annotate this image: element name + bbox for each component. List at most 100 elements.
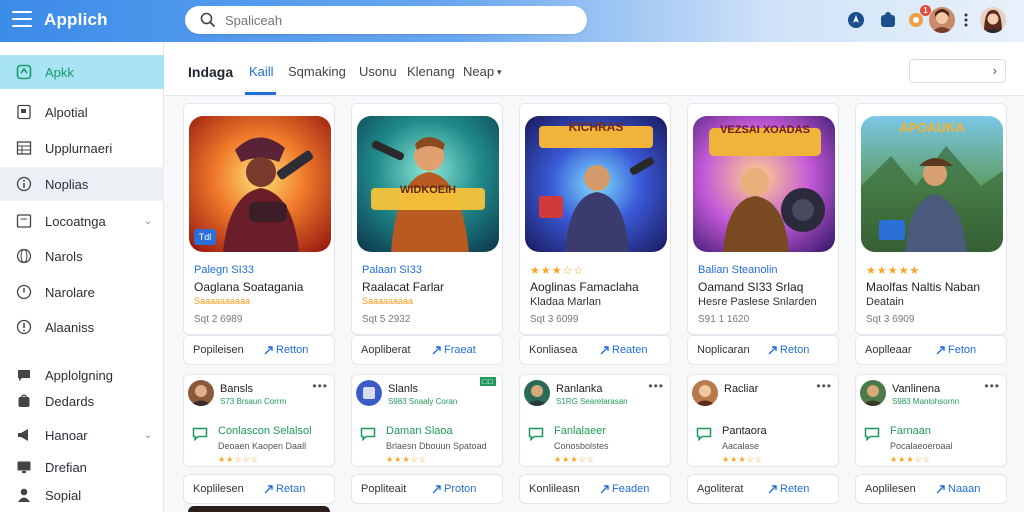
install-button[interactable]: Aoplleaar bbox=[865, 344, 911, 356]
clock-icon bbox=[16, 284, 32, 300]
tab-klenang[interactable]: Klenang bbox=[407, 64, 455, 79]
more-options-icon[interactable]: ••• bbox=[312, 379, 328, 393]
install-button[interactable]: Koplilesen bbox=[193, 483, 244, 495]
sidebar-item-narolare[interactable]: Narolare bbox=[0, 275, 164, 309]
share-button[interactable]: Feaden bbox=[612, 483, 649, 495]
rating-stars: ★★★☆☆ bbox=[386, 455, 427, 464]
share-icon bbox=[768, 346, 777, 355]
puzzle-icon[interactable] bbox=[877, 9, 899, 31]
review-card[interactable]: Bansls S73 Brsaun Corrm ••• Conlascon Se… bbox=[183, 374, 335, 467]
rating-stars: ★★☆☆☆ bbox=[218, 455, 259, 464]
search-input[interactable] bbox=[225, 11, 565, 29]
folder-icon bbox=[16, 214, 32, 228]
review-card[interactable]: Vanlinena S983 Manlohsornn ••• Farnaan P… bbox=[855, 374, 1007, 467]
user-avatar[interactable] bbox=[929, 7, 955, 33]
sidebar-item-upplurnaeri[interactable]: Upplurnaeri bbox=[0, 131, 164, 165]
hamburger-menu-icon[interactable] bbox=[12, 11, 32, 29]
more-options-icon[interactable]: ••• bbox=[816, 379, 832, 393]
install-button[interactable]: Popliteait bbox=[361, 483, 406, 495]
game-card[interactable]: Tdl Palegn SI33 Oaglana Soatagania Saaaa… bbox=[183, 103, 335, 335]
install-button[interactable]: Agoliterat bbox=[697, 483, 743, 495]
game-art-image bbox=[693, 116, 835, 252]
tab-neap[interactable]: Neap bbox=[463, 64, 494, 79]
share-button[interactable]: Reton bbox=[780, 344, 809, 356]
app-title: Applich bbox=[44, 10, 108, 29]
sidebar-item-narols[interactable]: Narols bbox=[0, 239, 164, 273]
sidebar-item-sopial[interactable]: Sopial bbox=[0, 478, 164, 512]
globe-icon bbox=[16, 248, 32, 264]
chevron-down-icon: ⌄ bbox=[143, 429, 152, 441]
share-button[interactable]: Reten bbox=[780, 483, 809, 495]
share-button[interactable]: Retan bbox=[276, 483, 305, 495]
review-action-bar: Agoliterat Reten bbox=[687, 474, 839, 504]
status-badge: □□ bbox=[480, 377, 496, 386]
bag-icon bbox=[18, 394, 30, 407]
more-options-icon[interactable]: ••• bbox=[984, 379, 1000, 393]
review-card[interactable]: Ranlanka S1RG Searelarasan ••• Fanlalaee… bbox=[519, 374, 671, 467]
sort-dropdown[interactable]: › bbox=[909, 59, 1006, 83]
install-button[interactable]: Popileisen bbox=[193, 344, 244, 356]
share-icon bbox=[264, 346, 273, 355]
game-card[interactable]: WIDKOEIH Palaan SI33 Raalacat Farlar Saa… bbox=[351, 103, 503, 335]
install-button[interactable]: Konlileasn bbox=[529, 483, 580, 495]
sidebar-item-alpotial[interactable]: Alpotial bbox=[0, 95, 164, 129]
review-action-bar: Aoplilesen Naaan bbox=[855, 474, 1007, 504]
user-icon bbox=[18, 488, 30, 502]
install-button[interactable]: Aopliberat bbox=[361, 344, 411, 356]
compass-icon[interactable] bbox=[845, 9, 867, 31]
game-card[interactable]: APOAUKA ★★★★★ Maolfas Naltis Naban Deata… bbox=[855, 103, 1007, 335]
tab-kaill[interactable]: Kaill bbox=[249, 64, 274, 79]
more-options-icon[interactable]: ••• bbox=[648, 379, 664, 393]
reviewer-avatar bbox=[692, 380, 718, 406]
tab-dropdown-icon[interactable]: ▾ bbox=[497, 67, 502, 78]
profile-avatar[interactable] bbox=[980, 7, 1006, 33]
tab-indaga[interactable]: Indaga bbox=[188, 64, 233, 80]
share-icon bbox=[600, 485, 609, 494]
game-badge: Tdl bbox=[194, 229, 216, 245]
sidebar-item-apkk[interactable]: Apkk bbox=[0, 55, 164, 89]
tab-usonu[interactable]: Usonu bbox=[359, 64, 397, 79]
share-button[interactable]: Fraeat bbox=[444, 344, 476, 356]
share-button[interactable]: Retton bbox=[276, 344, 308, 356]
monitor-icon bbox=[17, 461, 31, 473]
share-button[interactable]: Proton bbox=[444, 483, 476, 495]
install-button[interactable]: Noplicaran bbox=[697, 344, 750, 356]
game-action-bar: Aoplleaar Feton bbox=[855, 335, 1007, 365]
game-art-title: APOAUKA bbox=[899, 120, 965, 135]
tab-sqmaking[interactable]: Sqmaking bbox=[288, 64, 346, 79]
chevron-right-icon: › bbox=[992, 63, 997, 78]
review-card[interactable]: Slanls S983 Snaaly Coran □□ Daman Slaoa … bbox=[351, 374, 503, 467]
reviewer-avatar bbox=[356, 380, 382, 406]
sidebar-item-dedards[interactable]: Dedards bbox=[0, 384, 164, 418]
share-icon bbox=[264, 485, 273, 494]
game-action-bar: Aopliberat Fraeat bbox=[351, 335, 503, 365]
sidebar-item-noplias[interactable]: Noplias bbox=[0, 167, 164, 201]
active-tab-indicator bbox=[245, 92, 276, 95]
more-vertical-icon[interactable] bbox=[955, 9, 977, 31]
sidebar-item-alaaniss[interactable]: Alaaniss bbox=[0, 310, 164, 344]
review-action-bar: Popliteait Proton bbox=[351, 474, 503, 504]
game-card[interactable]: KICHRAS ★★★☆☆ Aoglinas Famaclaha Kladaa … bbox=[519, 103, 671, 335]
share-button[interactable]: Reaten bbox=[612, 344, 647, 356]
share-button[interactable]: Naaan bbox=[948, 483, 980, 495]
next-game-card-peek bbox=[188, 506, 330, 512]
game-art-image bbox=[861, 116, 1003, 252]
install-button[interactable]: Konliasea bbox=[529, 344, 577, 356]
review-card[interactable]: Racliar ••• Pantaora Aacalase ★★★☆☆ bbox=[687, 374, 839, 467]
sidebar-item-locoatnga[interactable]: Locoatnga ⌄ bbox=[0, 204, 164, 238]
grid-icon bbox=[16, 141, 32, 155]
top-bar: Applich 1 bbox=[0, 0, 1024, 42]
info-icon bbox=[16, 319, 32, 335]
search-bar[interactable] bbox=[185, 6, 587, 34]
share-icon bbox=[432, 346, 441, 355]
search-icon bbox=[200, 12, 216, 28]
app-icon bbox=[16, 64, 32, 80]
notification-icon[interactable]: 1 bbox=[905, 5, 931, 31]
reviewer-avatar bbox=[188, 380, 214, 406]
chat-icon bbox=[18, 370, 30, 381]
rating-stars: ★★★☆☆ bbox=[530, 265, 585, 277]
game-card[interactable]: VEZSAI XOADAS Balian Steanolin Oamand SI… bbox=[687, 103, 839, 335]
sidebar-item-hanoar[interactable]: Hanoar ⌄ bbox=[0, 418, 164, 452]
share-button[interactable]: Feton bbox=[948, 344, 976, 356]
install-button[interactable]: Aoplilesen bbox=[865, 483, 916, 495]
